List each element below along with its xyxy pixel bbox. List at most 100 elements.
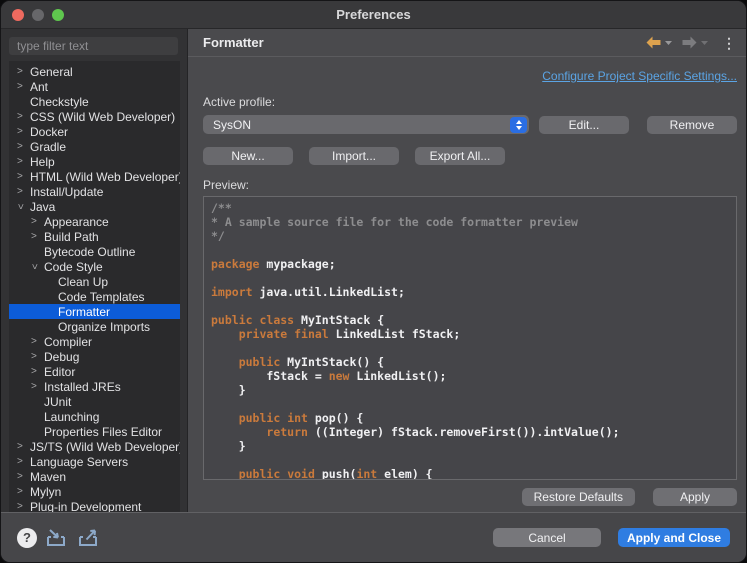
- tree-item-label: JS/TS (Wild Web Developer): [30, 439, 180, 454]
- chevron-collapsed-icon[interactable]: >: [15, 66, 30, 77]
- chevron-collapsed-icon[interactable]: >: [15, 186, 30, 197]
- tree-item-installed-jres[interactable]: > Installed JREs: [9, 379, 180, 394]
- chevron-expanded-icon[interactable]: >: [14, 201, 30, 212]
- tree-item-docker[interactable]: > Docker: [9, 124, 180, 139]
- chevron-collapsed-icon[interactable]: >: [15, 456, 30, 467]
- chevron-collapsed-icon[interactable]: >: [15, 126, 30, 137]
- back-dropdown-icon[interactable]: [665, 40, 672, 45]
- tree-item-appearance[interactable]: > Appearance: [9, 214, 180, 229]
- tree-item-help[interactable]: > Help: [9, 154, 180, 169]
- cancel-button[interactable]: Cancel: [493, 528, 601, 547]
- code-line: public MyIntStack() {: [238, 355, 385, 369]
- tree-item-language-servers[interactable]: > Language Servers: [9, 454, 180, 469]
- tree-item-label: JUnit: [44, 394, 72, 409]
- chevron-collapsed-icon[interactable]: >: [29, 366, 44, 377]
- chevron-collapsed-icon[interactable]: >: [29, 351, 44, 362]
- tree-item-mylyn[interactable]: > Mylyn: [9, 484, 180, 499]
- restore-defaults-button[interactable]: Restore Defaults: [521, 488, 635, 506]
- window-title: Preferences: [336, 7, 411, 22]
- tree-item-label: Debug: [44, 349, 80, 364]
- configure-project-specific-settings-link[interactable]: Configure Project Specific Settings...: [542, 69, 737, 83]
- tree-item-formatter[interactable]: Formatter: [9, 304, 180, 319]
- tree-item-label: Install/Update: [30, 184, 104, 199]
- tree-item-junit[interactable]: JUnit: [9, 394, 180, 409]
- import-preferences-icon[interactable]: [46, 528, 69, 547]
- tree-item-editor[interactable]: > Editor: [9, 364, 180, 379]
- chevron-collapsed-icon[interactable]: >: [15, 171, 30, 182]
- new-button[interactable]: New...: [203, 147, 293, 165]
- tree-item-build-path[interactable]: > Build Path: [9, 229, 180, 244]
- chevron-collapsed-icon[interactable]: >: [15, 486, 30, 497]
- code-line: }: [211, 383, 246, 397]
- chevron-collapsed-icon[interactable]: >: [15, 141, 30, 152]
- chevron-collapsed-icon[interactable]: >: [29, 216, 44, 227]
- tree-item-checkstyle[interactable]: Checkstyle: [9, 94, 180, 109]
- tree-item-label: Plug-in Development: [30, 499, 142, 513]
- edit-button[interactable]: Edit...: [539, 115, 629, 134]
- export-preferences-icon[interactable]: [78, 528, 101, 547]
- minimize-window-button[interactable]: [32, 9, 44, 21]
- import-button[interactable]: Import...: [309, 147, 399, 165]
- preview-label: Preview:: [203, 178, 250, 192]
- tree-item-code-style[interactable]: > Code Style: [9, 259, 180, 274]
- tree-item-label: Formatter: [58, 304, 111, 319]
- tree-item-install-update[interactable]: > Install/Update: [9, 184, 180, 199]
- remove-button[interactable]: Remove: [647, 115, 737, 134]
- chevron-collapsed-icon[interactable]: >: [29, 336, 44, 347]
- close-window-button[interactable]: [12, 9, 24, 21]
- active-profile-select[interactable]: SysON: [203, 115, 529, 134]
- tree-item-general[interactable]: > General: [9, 64, 180, 79]
- chevron-collapsed-icon[interactable]: >: [15, 471, 30, 482]
- chevron-collapsed-icon[interactable]: >: [15, 156, 30, 167]
- tree-item-gradle[interactable]: > Gradle: [9, 139, 180, 154]
- tree-item-maven[interactable]: > Maven: [9, 469, 180, 484]
- chevron-collapsed-icon[interactable]: >: [15, 81, 30, 92]
- export-all-button[interactable]: Export All...: [415, 147, 505, 165]
- preferences-window: Preferences >General>AntCheckstyle>CSS (…: [0, 0, 747, 563]
- tree-item-plug-in-development[interactable]: > Plug-in Development: [9, 499, 180, 513]
- page-title: Formatter: [203, 35, 264, 50]
- tree-item-launching[interactable]: Launching: [9, 409, 180, 424]
- tree-item-label: Bytecode Outline: [44, 244, 136, 259]
- tree-item-html-wild-web-developer[interactable]: > HTML (Wild Web Developer): [9, 169, 180, 184]
- tree-item-label: Organize Imports: [58, 319, 151, 334]
- forward-dropdown-icon[interactable]: [701, 40, 708, 45]
- tree-item-code-templates[interactable]: Code Templates: [9, 289, 180, 304]
- code-line: }: [211, 439, 246, 453]
- tree-item-css-wild-web-developer[interactable]: > CSS (Wild Web Developer): [9, 109, 180, 124]
- tree-item-label: Build Path: [44, 229, 99, 244]
- chevron-collapsed-icon[interactable]: >: [15, 501, 30, 512]
- panel-header: Formatter ⋮: [188, 29, 746, 57]
- tree-item-clean-up[interactable]: Clean Up: [9, 274, 180, 289]
- filter-input[interactable]: [9, 37, 178, 55]
- chevron-collapsed-icon[interactable]: >: [29, 231, 44, 242]
- zoom-window-button[interactable]: [52, 9, 64, 21]
- chevron-collapsed-icon[interactable]: >: [15, 111, 30, 122]
- tree-item-properties-files-editor[interactable]: Properties Files Editor: [9, 424, 180, 439]
- tree-item-debug[interactable]: > Debug: [9, 349, 180, 364]
- tree-item-js-ts-wild-web-developer[interactable]: > JS/TS (Wild Web Developer): [9, 439, 180, 454]
- chevron-collapsed-icon[interactable]: >: [29, 381, 44, 392]
- tree-item-ant[interactable]: > Ant: [9, 79, 180, 94]
- view-menu-icon[interactable]: ⋮: [722, 36, 736, 50]
- tree-item-java[interactable]: > Java: [9, 199, 180, 214]
- tree-item-label: Installed JREs: [44, 379, 121, 394]
- help-icon[interactable]: ?: [17, 527, 37, 548]
- code-preview[interactable]: /** * A sample source file for the code f…: [203, 196, 737, 480]
- tree-item-organize-imports[interactable]: Organize Imports: [9, 319, 180, 334]
- forward-arrow-icon[interactable]: [682, 36, 697, 49]
- tree-item-bytecode-outline[interactable]: Bytecode Outline: [9, 244, 180, 259]
- apply-and-close-button[interactable]: Apply and Close: [618, 528, 730, 547]
- chevron-expanded-icon[interactable]: >: [28, 261, 44, 272]
- back-arrow-icon[interactable]: [646, 36, 661, 49]
- tree-item-label: Code Style: [44, 259, 103, 274]
- apply-button[interactable]: Apply: [653, 488, 737, 506]
- code-line: fStack = new LinkedList();: [211, 369, 447, 383]
- code-line: public void push(int elem) {: [238, 467, 433, 480]
- tree-item-compiler[interactable]: > Compiler: [9, 334, 180, 349]
- chevron-collapsed-icon[interactable]: >: [15, 441, 30, 452]
